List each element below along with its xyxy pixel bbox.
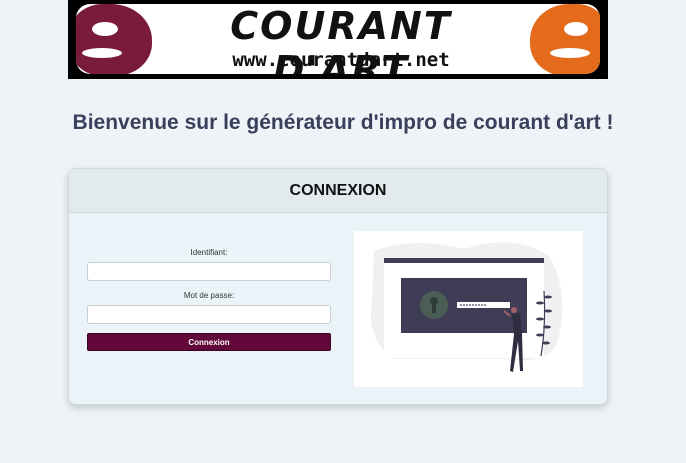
username-label: Identifiant: — [190, 248, 228, 257]
person-unlocking-screen-illustration-icon — [370, 242, 563, 372]
login-card-header: CONNEXION — [69, 169, 607, 213]
left-mask-icon — [76, 4, 152, 74]
login-title: CONNEXION — [289, 181, 387, 199]
login-illustration — [354, 231, 583, 387]
banner-inner: COURANT D'ART www.courantdart.net — [76, 4, 600, 74]
username-input[interactable] — [87, 262, 331, 281]
brand-url: www.courantdart.net — [232, 49, 450, 71]
password-input[interactable] — [87, 305, 331, 324]
site-banner-logo: COURANT D'ART www.courantdart.net — [68, 0, 608, 79]
password-label: Mot de passe: — [183, 291, 235, 300]
login-button[interactable]: Connexion — [87, 333, 331, 351]
right-mask-icon — [530, 4, 600, 74]
login-card: CONNEXION Identifiant: Mot de passe: Con… — [68, 168, 608, 405]
welcome-heading: Bienvenue sur le générateur d'impro de c… — [72, 111, 614, 134]
